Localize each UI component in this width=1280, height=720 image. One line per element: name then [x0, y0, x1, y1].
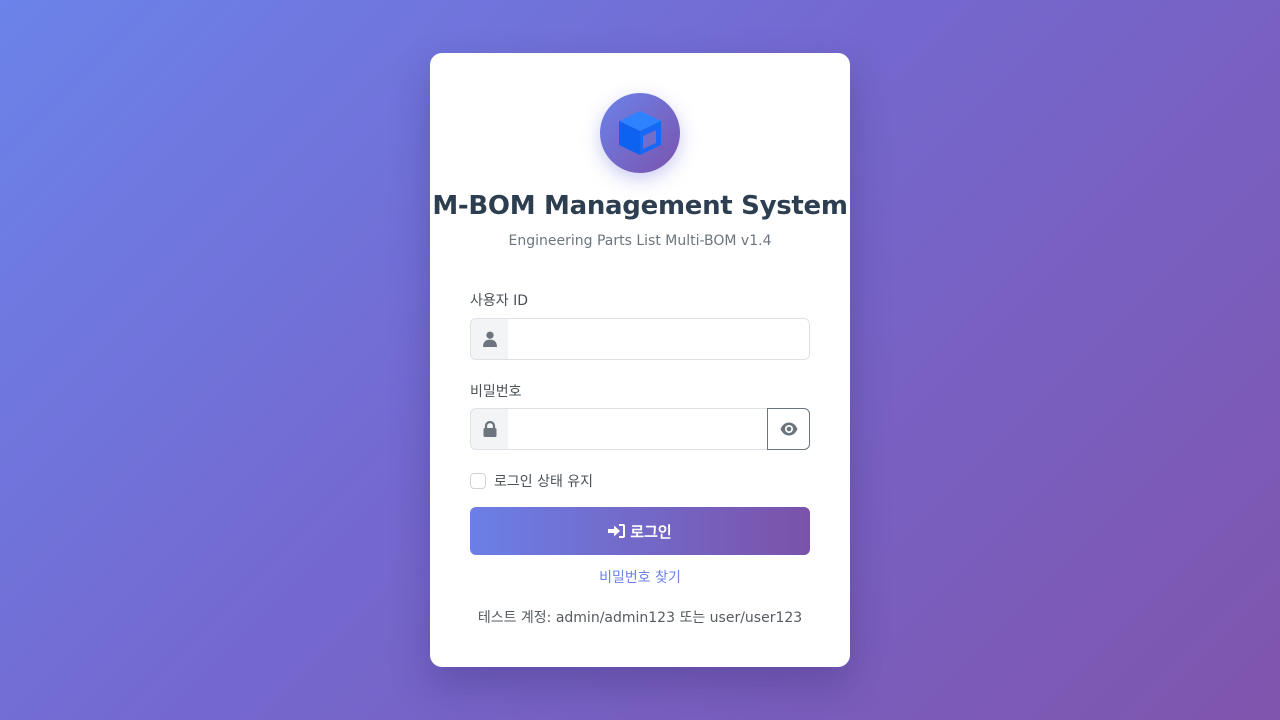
remember-label[interactable]: 로그인 상태 유지 — [494, 471, 593, 491]
eye-icon — [780, 422, 797, 436]
login-button-label: 로그인 — [630, 522, 672, 541]
password-input-group — [470, 408, 810, 450]
user-id-label: 사용자 ID — [470, 293, 528, 309]
password-label: 비밀번호 — [470, 384, 522, 400]
cube-icon — [619, 111, 661, 155]
forgot-password-link[interactable]: 비밀번호 찾기 — [430, 567, 850, 587]
user-icon — [482, 331, 497, 347]
password-addon — [470, 408, 508, 450]
user-id-addon — [470, 318, 508, 360]
login-card: M-BOM Management System Engineering Part… — [430, 53, 850, 667]
login-button[interactable]: 로그인 — [470, 507, 810, 555]
lock-icon — [483, 421, 496, 437]
password-toggle-button[interactable] — [767, 408, 810, 450]
test-account-info: 테스트 계정: admin/admin123 또는 user/user123 — [477, 610, 803, 626]
remember-me: 로그인 상태 유지 — [470, 471, 593, 491]
password-input[interactable] — [508, 408, 767, 450]
app-logo — [600, 93, 680, 173]
remember-checkbox[interactable] — [470, 473, 486, 489]
app-subtitle: Engineering Parts List Multi-BOM v1.4 — [508, 233, 772, 249]
user-id-input[interactable] — [508, 318, 810, 360]
user-id-input-group — [470, 318, 810, 360]
sign-in-icon — [608, 523, 626, 539]
app-title: M-BOM Management System — [432, 191, 848, 221]
